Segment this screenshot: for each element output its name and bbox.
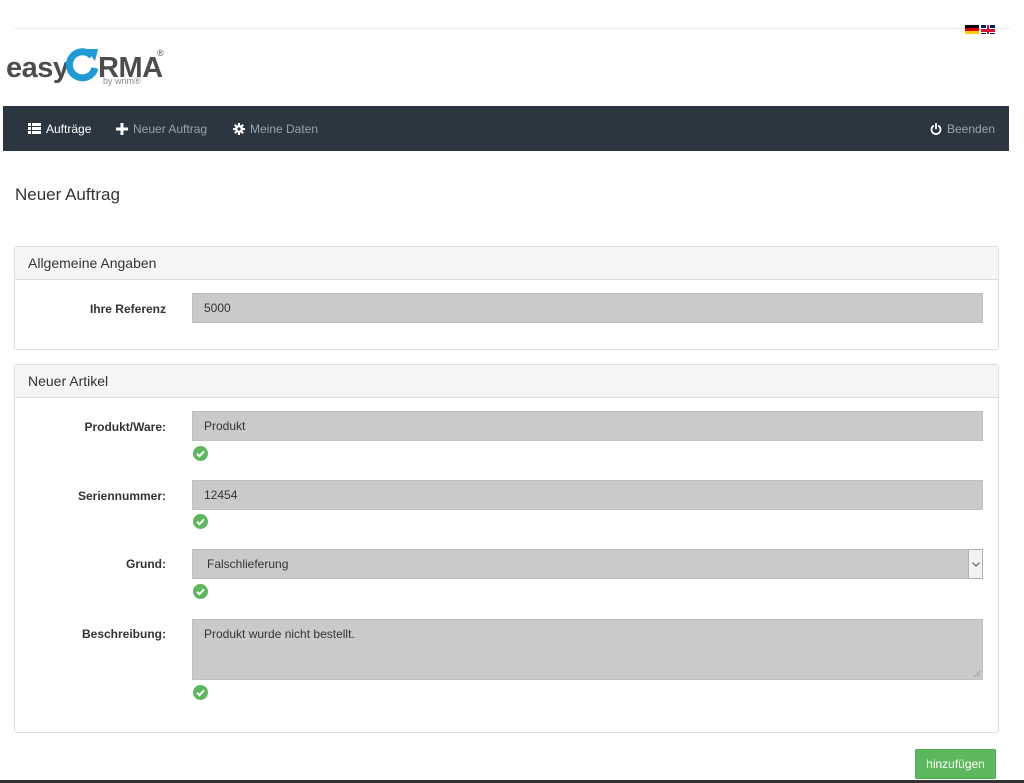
refresh-ring-icon bbox=[65, 48, 99, 82]
nav-my-data-label: Meine Daten bbox=[250, 121, 319, 136]
page-title: Neuer Auftrag bbox=[15, 185, 120, 204]
nav-orders[interactable]: Aufträge bbox=[28, 106, 91, 151]
gear-icon bbox=[233, 122, 245, 135]
serial-label: Seriennummer: bbox=[77, 489, 166, 503]
resize-grip-icon[interactable] bbox=[974, 671, 980, 677]
power-icon bbox=[930, 122, 942, 135]
german-flag-icon[interactable] bbox=[965, 25, 979, 34]
plus-icon bbox=[116, 122, 128, 135]
easyrma-logo[interactable]: easy RMA ® by wnm® bbox=[6, 46, 176, 90]
serial-valid-check-icon bbox=[193, 514, 208, 529]
nav-new-order-label: Neuer Auftrag bbox=[133, 121, 208, 136]
product-label: Produkt/Ware: bbox=[84, 420, 166, 434]
list-icon bbox=[28, 123, 41, 134]
nav-logout[interactable]: Beenden bbox=[930, 106, 995, 151]
product-input[interactable]: Produkt bbox=[192, 411, 983, 441]
description-label: Beschreibung: bbox=[81, 627, 166, 641]
nav-logout-label: Beenden bbox=[947, 121, 996, 136]
nav-my-data[interactable]: Meine Daten bbox=[233, 106, 318, 151]
general-panel: Allgemeine Angaben Ihre Referenz 5000 bbox=[14, 246, 999, 350]
chevron-down-icon bbox=[971, 561, 980, 567]
serial-input[interactable]: 12454 bbox=[192, 480, 983, 510]
description-text: Produkt wurde nicht bestellt. bbox=[204, 627, 355, 641]
logo-registered-mark: ® bbox=[157, 48, 164, 58]
description-textarea[interactable]: Produkt wurde nicht bestellt. bbox=[192, 619, 983, 680]
reason-valid-check-icon bbox=[193, 584, 208, 599]
product-valid-check-icon bbox=[193, 446, 208, 461]
english-flag-icon[interactable] bbox=[981, 25, 995, 34]
logo-easy-text: easy bbox=[6, 52, 69, 84]
reference-input[interactable]: 5000 bbox=[192, 293, 983, 323]
article-panel-heading: Neuer Artikel bbox=[15, 365, 998, 398]
general-panel-heading: Allgemeine Angaben bbox=[15, 247, 998, 280]
reason-dropdown-button[interactable] bbox=[968, 549, 983, 579]
nav-orders-label: Aufträge bbox=[46, 121, 92, 136]
reason-label: Grund: bbox=[126, 557, 166, 571]
reason-selected-value: Falschlieferung bbox=[207, 557, 289, 571]
article-panel: Neuer Artikel Produkt/Ware: Produkt Seri… bbox=[14, 364, 999, 733]
reason-select[interactable]: Falschlieferung bbox=[192, 549, 983, 579]
add-button[interactable]: hinzufügen bbox=[915, 749, 996, 779]
logo-byline: by wnm® bbox=[103, 76, 141, 86]
description-valid-check-icon bbox=[193, 685, 208, 700]
main-navbar: Aufträge Neuer Auftrag Meine Daten Beend… bbox=[3, 106, 1009, 151]
reference-label: Ihre Referenz bbox=[89, 302, 166, 316]
nav-new-order[interactable]: Neuer Auftrag bbox=[116, 106, 207, 151]
header-divider bbox=[14, 28, 1010, 29]
language-switcher bbox=[965, 25, 995, 34]
